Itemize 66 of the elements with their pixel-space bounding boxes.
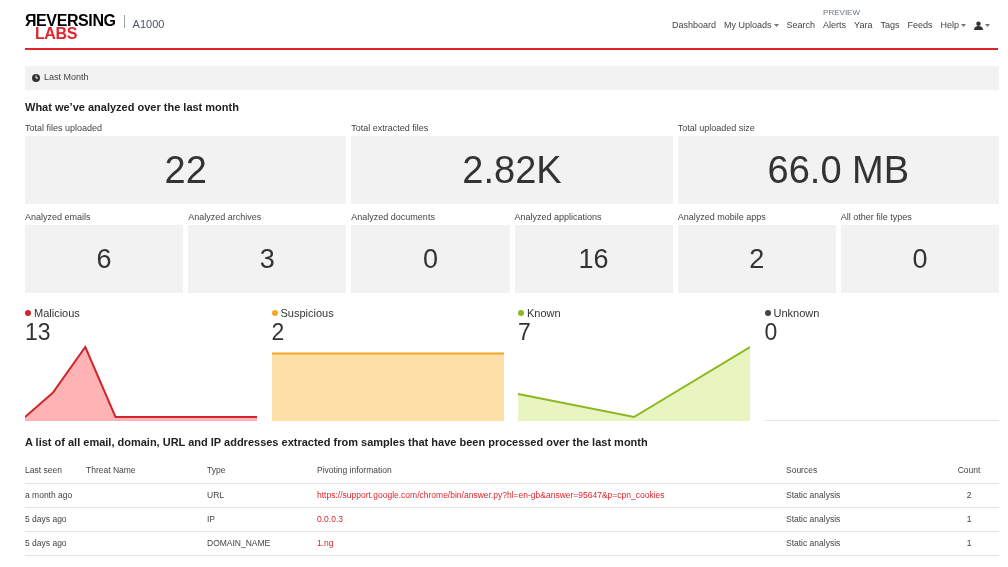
stat-tile: 0 [351,225,510,293]
column-header: Pivoting information [317,459,786,483]
column-header: Sources [786,459,939,483]
section-heading: A list of all email, domain, URL and IP addresses extracted from samples that have been processed over the last month [25,435,649,449]
column-header: Last seen [25,459,86,483]
stat-tile: 2.82K [351,136,673,204]
logo-text: LABS [35,27,77,40]
stat-tile: 6 [25,225,184,293]
classification-label: Unknown [773,305,820,321]
stat-label: Analyzed emails [25,211,92,224]
table-cell: URL [207,483,317,507]
classification-label: Known [527,305,561,321]
table-cell: 1 [939,507,999,531]
nav-link[interactable]: Yara [854,19,873,33]
stat-tile: 16 [514,225,673,293]
classification-label: Suspicious [280,305,334,321]
nav-link[interactable]: Search [786,19,816,33]
stat-label: All other file types [840,211,913,224]
column-header: Type [207,459,317,483]
table-cell: Static analysis [786,531,939,555]
table-cell: Static analysis [786,507,939,531]
table-cell: DOMAIN_NAME [207,531,317,555]
stat-tile: 66.0 MB [677,136,999,204]
stat-label: Analyzed mobile apps [677,211,767,224]
classification-count: 0 [764,319,779,345]
user-icon [974,21,983,31]
stat-tile: 22 [25,136,347,204]
table-cell: 2 [939,483,999,507]
column-header: Threat Name [86,459,207,483]
column-header: Count [939,459,999,483]
pivot-link[interactable]: 1.ng [317,537,334,548]
stat-tile: 3 [188,225,347,293]
stat-label: Total files uploaded [25,122,104,135]
stat-tile: 0 [840,225,999,293]
classification-count: 13 [25,319,52,345]
date-filter-bar[interactable]: Last Month [25,66,999,90]
table-cell: IP [207,507,317,531]
pivot-link[interactable]: 0.0.0.3 [317,513,343,524]
nav-link[interactable]: Tags [880,19,900,33]
nav-link[interactable]: Dashboard [672,19,717,33]
product-name: A1000 [132,17,165,32]
user-menu-button[interactable] [974,21,990,31]
nav-link[interactable]: Help [940,19,966,33]
table-cell: Static analysis [786,483,939,507]
clock-icon [32,74,40,82]
stat-label: Analyzed applications [514,211,603,224]
table-cell: 1 [939,531,999,555]
table-cell: a month ago [25,483,86,507]
pivot-link[interactable]: https://support.google.com/chrome/bin/answer.py?hl=en-gb&answer=95647&p=cpn_cookies [317,489,665,500]
classification-count: 2 [271,319,286,345]
logo-text: ЯEVERSING [25,14,116,27]
stat-label: Analyzed documents [351,211,436,224]
stat-label: Total uploaded size [677,122,756,135]
stat-label: Total extracted files [351,122,430,135]
caret-icon [985,24,990,28]
caret-icon [961,24,966,28]
nav-link[interactable]: Feeds [907,19,933,33]
nav-link[interactable]: My Uploads [724,19,779,33]
table-cell: 5 days ago [25,507,86,531]
section-heading: What we’ve analyzed over the last month [25,100,240,114]
classification-label: Malicious [34,305,80,321]
stat-tile: 2 [677,225,836,293]
classification-count: 7 [518,319,532,345]
stat-label: Analyzed archives [188,211,263,224]
caret-icon [773,24,779,28]
table-cell: 5 days ago [25,531,86,555]
